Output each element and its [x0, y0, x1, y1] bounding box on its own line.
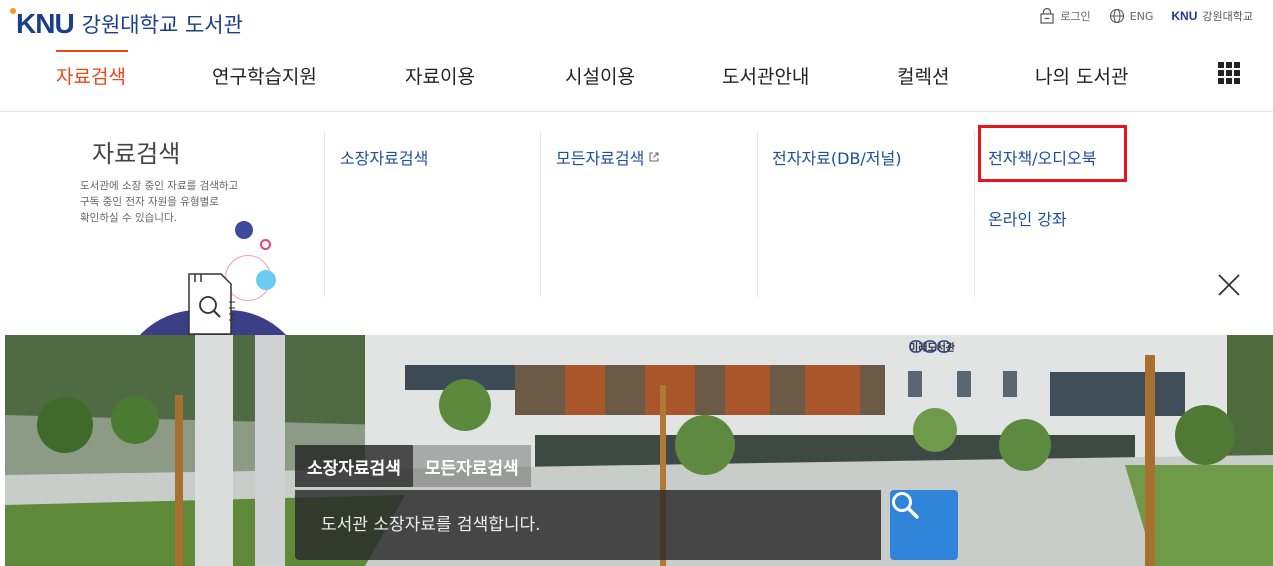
logo-text: 강원대학교 도서관 — [81, 13, 243, 37]
login-link[interactable]: 로그인 — [1039, 8, 1091, 24]
link-all-search[interactable]: 모든자료검색 — [556, 145, 660, 169]
decorative-ring — [260, 239, 271, 250]
tab-all-search[interactable]: 모든자료검색 — [412, 445, 531, 487]
nav-item-search[interactable]: 자료검색 — [56, 62, 126, 89]
link-label: 온라인 강좌 — [988, 210, 1067, 229]
close-menu-button[interactable] — [1214, 270, 1244, 300]
search-tabs: 소장자료검색 모든자료검색 — [295, 445, 531, 487]
utility-nav: 로그인 ENG KNU 강원대학교 — [1039, 8, 1253, 24]
column-divider — [540, 132, 541, 297]
link-label: 전자자료(DB/저널) — [772, 149, 902, 168]
site-logo[interactable]: KNU 강원대학교 도서관 — [10, 8, 243, 40]
highlight-box — [978, 125, 1127, 182]
panel-desc-line: 구독 중인 전자 자원을 유형별로 — [80, 196, 219, 208]
external-link-icon — [649, 152, 659, 162]
tab-holdings-search[interactable]: 소장자료검색 — [295, 445, 413, 487]
decorative-circle — [256, 270, 276, 290]
main-nav: 자료검색 연구학습지원 자료이용 시설이용 도서관안내 컬렉션 나의 도서관 — [0, 50, 1273, 100]
column-divider — [324, 132, 325, 297]
document-search-icon — [188, 273, 235, 335]
header: KNU 강원대학교 도서관 로그인 ENG KNU 강원대학교 자료검색 연구학… — [0, 0, 1273, 112]
nav-item-research[interactable]: 연구학습지원 — [212, 62, 317, 89]
mega-menu-panel: 자료검색 도서관에 소장 중인 자료를 검색하고 구독 중인 전자 자원을 유형… — [0, 112, 1273, 390]
search-icon — [892, 492, 919, 519]
search-box — [295, 490, 881, 560]
nav-item-facilities[interactable]: 시설이용 — [565, 62, 635, 89]
univ-logo-mark: KNU — [1171, 9, 1198, 23]
panel-desc-line: 확인하실 수 있습니다. — [80, 212, 177, 224]
nav-item-my-library[interactable]: 나의 도서관 — [1035, 62, 1128, 89]
panel-title: 자료검색 — [92, 140, 181, 168]
link-holdings-search[interactable]: 소장자료검색 — [340, 145, 428, 169]
panel-description: 도서관에 소장 중인 자료를 검색하고 구독 중인 전자 자원을 유형별로 확인… — [80, 178, 290, 226]
logo-dot — [10, 8, 16, 14]
link-label: 소장자료검색 — [340, 149, 429, 168]
logo-mark: KNU — [16, 8, 75, 39]
univ-logo-text: 강원대학교 — [1202, 10, 1253, 23]
link-online-course[interactable]: 온라인 강좌 — [988, 206, 1067, 230]
panel-desc-line: 도서관에 소장 중인 자료를 검색하고 — [80, 180, 239, 192]
hero-banner: 미래도서관 소장자료검색 모든자료검색 — [5, 335, 1273, 566]
search-button[interactable] — [890, 490, 958, 560]
eng-label: ENG — [1129, 9, 1154, 23]
search-input[interactable] — [295, 490, 881, 560]
eng-link[interactable]: ENG — [1109, 8, 1154, 24]
library-logo-icon — [909, 340, 951, 353]
link-label: 모든자료검색 — [556, 149, 645, 168]
login-label: 로그인 — [1060, 10, 1091, 23]
globe-icon — [1109, 8, 1124, 24]
column-divider — [757, 132, 758, 297]
all-menu-grid-icon[interactable] — [1218, 62, 1240, 84]
library-sign: 미래도서관 — [909, 339, 955, 354]
nav-item-guide[interactable]: 도서관안내 — [722, 62, 809, 89]
link-e-resources[interactable]: 전자자료(DB/저널) — [772, 145, 902, 169]
university-link[interactable]: KNU 강원대학교 — [1171, 8, 1253, 24]
decorative-circle — [235, 221, 253, 239]
nav-item-collection[interactable]: 컬렉션 — [897, 62, 949, 89]
lock-icon — [1040, 8, 1054, 24]
nav-item-usage[interactable]: 자료이용 — [405, 62, 475, 89]
close-icon — [1218, 274, 1240, 296]
column-divider — [974, 132, 975, 297]
active-indicator — [56, 50, 128, 52]
